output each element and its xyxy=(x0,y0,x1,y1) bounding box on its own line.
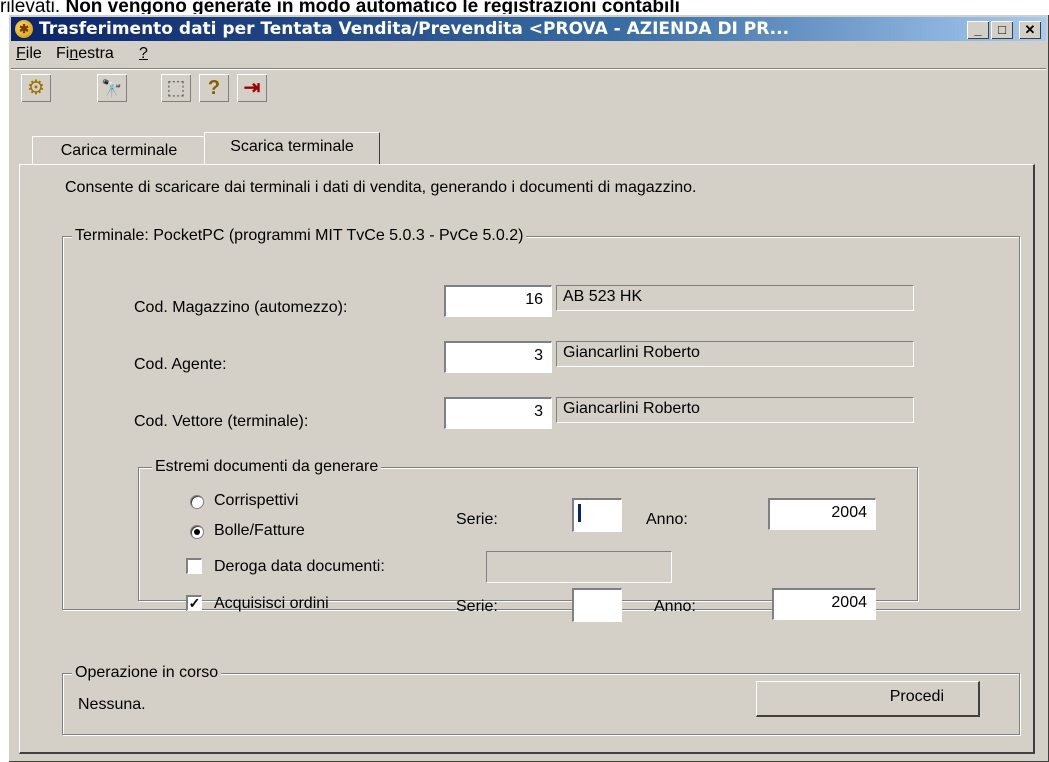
terminal-group-title: Terminale: PocketPC (programmi MIT TvCe … xyxy=(72,226,527,246)
tab-panel-scarica: Consente di scaricare dai terminali i da… xyxy=(19,164,1035,754)
search-button[interactable]: 🔭 xyxy=(97,74,127,102)
select-area-icon: ⬚ xyxy=(166,77,186,99)
text-cursor xyxy=(578,503,581,522)
title-bar[interactable]: ✱ Trasferimento dati per Tentata Vendita… xyxy=(11,17,1046,41)
select-area-button[interactable]: ⬚ xyxy=(161,74,191,102)
bolle-fatture-radio[interactable] xyxy=(190,525,204,539)
tab-carica-terminale[interactable]: Carica terminale xyxy=(32,136,206,165)
help-icon: ? xyxy=(207,77,221,99)
documents-group-title: Estremi documenti da generare xyxy=(152,457,382,477)
serie1-input[interactable] xyxy=(572,498,622,532)
tab-scarica-terminale[interactable]: Scarica terminale xyxy=(204,132,380,165)
deroga-label: Deroga data documenti: xyxy=(214,558,385,575)
operation-status: Nessuna. xyxy=(78,696,146,713)
checkmark-icon: ✓ xyxy=(188,595,201,611)
exit-door-icon: ⇥ xyxy=(243,77,261,99)
menu-help[interactable]: ? xyxy=(139,45,148,63)
acquisisci-checkbox[interactable]: ✓ xyxy=(186,595,202,611)
serie2-input[interactable] xyxy=(572,588,622,622)
anno2-label: Anno: xyxy=(654,598,696,615)
anno1-input[interactable]: 2004 xyxy=(768,498,876,530)
exit-button[interactable]: ⇥ xyxy=(237,74,267,102)
menu-bar: File Finestra ? xyxy=(11,42,1046,66)
settings-gear-button[interactable]: ⚙ xyxy=(21,74,51,102)
agente-code-input[interactable]: 3 xyxy=(444,341,552,373)
serie1-label: Serie: xyxy=(456,511,498,528)
app-window: ✱ Trasferimento dati per Tentata Vendita… xyxy=(8,14,1049,762)
close-button[interactable]: ✕ xyxy=(1019,21,1041,39)
maximize-icon: □ xyxy=(998,22,1006,37)
app-logo-icon: ✱ xyxy=(15,20,33,38)
radio-selected-dot xyxy=(194,529,200,535)
maximize-button[interactable]: □ xyxy=(991,21,1013,39)
menu-file[interactable]: File xyxy=(16,45,42,63)
anno2-input[interactable]: 2004 xyxy=(772,588,876,620)
anno1-label: Anno: xyxy=(646,511,688,528)
magazzino-code-input[interactable]: 16 xyxy=(444,285,552,317)
corrispettivi-label: Corrispettivi xyxy=(214,492,299,509)
operation-group-title: Operazione in corso xyxy=(72,663,222,683)
corrispettivi-radio[interactable] xyxy=(190,495,204,509)
panel-description: Consente di scaricare dai terminali i da… xyxy=(65,179,697,196)
magazzino-description-field: AB 523 HK xyxy=(556,285,914,311)
vettore-code-input[interactable]: 3 xyxy=(444,397,552,429)
menu-finestra[interactable]: Finestra xyxy=(56,45,114,63)
bolle-fatture-label: Bolle/Fatture xyxy=(214,522,305,539)
window-title: Trasferimento dati per Tentata Vendita/P… xyxy=(39,19,790,39)
binoculars-icon: 🔭 xyxy=(101,79,123,98)
toolbar: ⚙ 🔭 ⬚ ? ⇥ xyxy=(11,68,1046,105)
agente-label: Cod. Agente: xyxy=(134,356,227,373)
procedi-button[interactable]: Procedi xyxy=(756,681,980,717)
minimize-button[interactable]: _ xyxy=(967,21,989,39)
help-button[interactable]: ? xyxy=(199,74,229,102)
settings-gear-icon: ⚙ xyxy=(27,77,45,99)
serie2-label: Serie: xyxy=(456,598,498,615)
vettore-description-field: Giancarlini Roberto xyxy=(556,397,914,423)
close-icon: ✕ xyxy=(1024,22,1036,37)
deroga-date-field[interactable] xyxy=(486,551,672,583)
deroga-checkbox[interactable] xyxy=(186,558,202,574)
magazzino-label: Cod. Magazzino (automezzo): xyxy=(134,299,348,316)
acquisisci-label: Acquisisci ordini xyxy=(214,595,329,612)
agente-description-field: Giancarlini Roberto xyxy=(556,341,914,367)
minimize-icon: _ xyxy=(974,22,982,37)
vettore-label: Cod. Vettore (terminale): xyxy=(134,413,309,430)
